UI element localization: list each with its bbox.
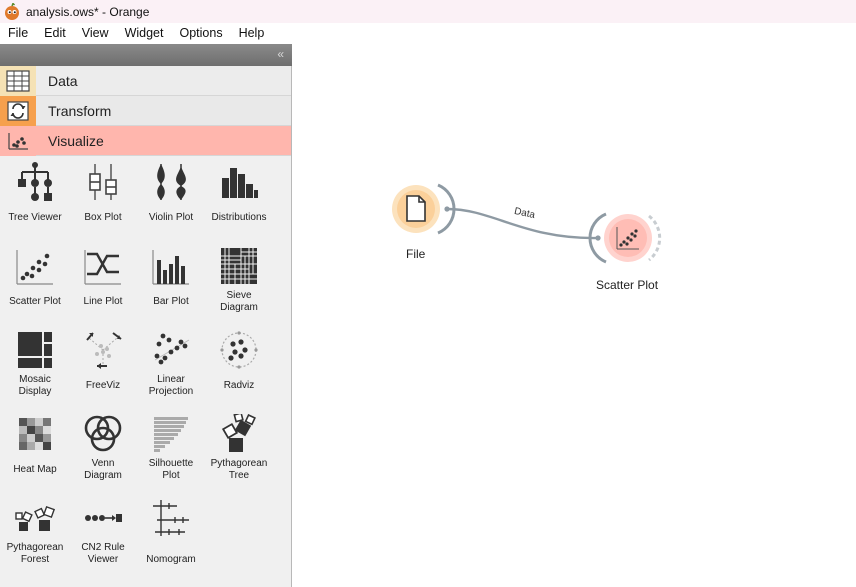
orange-app-icon <box>5 2 19 20</box>
toolbox-collapse-bar[interactable]: « <box>0 44 292 66</box>
widget-label: Mosaic Display <box>18 374 52 397</box>
widget-label: Scatter Plot <box>9 296 61 307</box>
tree-viewer-icon <box>18 162 52 201</box>
widget-label: Sieve Diagram <box>220 290 258 313</box>
silhouette-plot-icon <box>154 417 188 452</box>
widget-sieve-diagram[interactable]: Sieve Diagram <box>205 240 273 324</box>
freeviz-icon <box>86 332 122 369</box>
sieve-diagram-icon <box>221 248 257 284</box>
widget-pythagorean-forest[interactable]: Pythagorean Forest <box>1 492 69 576</box>
widget-label: Tree Viewer <box>8 212 62 223</box>
heat-map-icon <box>19 418 51 450</box>
workflow-canvas[interactable]: Data File Scatter Plot <box>293 44 856 587</box>
widget-toolbox: « Data Transform Visualize Tree Viewer B… <box>0 44 292 587</box>
widget-label: Linear Projection <box>148 374 194 397</box>
widget-label: Pythagorean Tree <box>210 458 268 481</box>
widget-violin-plot[interactable]: Violin Plot <box>137 156 205 240</box>
nomogram-icon <box>153 500 189 536</box>
pythagorean-forest-icon <box>15 505 55 531</box>
widget-freeviz[interactable]: FreeViz <box>69 324 137 408</box>
widget-radviz[interactable]: Radviz <box>205 324 273 408</box>
canvas-svg <box>392 183 662 264</box>
data-category-icon <box>0 65 36 96</box>
menu-file[interactable]: File <box>0 23 36 44</box>
box-plot-icon <box>89 164 117 200</box>
widget-label: Violin Plot <box>148 212 194 223</box>
widget-distributions[interactable]: Distributions <box>205 156 273 240</box>
violin-plot-icon <box>157 164 186 200</box>
menu-edit[interactable]: Edit <box>36 23 74 44</box>
menu-help[interactable]: Help <box>231 23 273 44</box>
widget-linear-projection[interactable]: Linear Projection <box>137 324 205 408</box>
widget-silhouette-plot[interactable]: Silhouette Plot <box>137 408 205 492</box>
widget-bar-plot[interactable]: Bar Plot <box>137 240 205 324</box>
widget-nomogram[interactable]: Nomogram <box>137 492 205 576</box>
widget-heat-map[interactable]: Heat Map <box>1 408 69 492</box>
distributions-icon <box>222 168 258 198</box>
widget-venn-diagram[interactable]: Venn Diagram <box>69 408 137 492</box>
bar-plot-icon <box>152 250 189 285</box>
category-transform-label: Transform <box>48 102 112 119</box>
widget-label: Distributions <box>211 212 267 223</box>
link-end-anchor <box>595 235 601 241</box>
widget-line-plot[interactable]: Line Plot <box>69 240 137 324</box>
category-data-label: Data <box>48 72 78 89</box>
category-data[interactable]: Data <box>0 65 291 96</box>
menu-view[interactable]: View <box>74 23 117 44</box>
line-plot-icon <box>84 250 121 285</box>
window-title: analysis.ows* - Orange <box>26 4 150 19</box>
link-start-anchor <box>444 206 450 212</box>
widget-label: Line Plot <box>83 296 123 307</box>
cn2-rule-viewer-icon <box>85 514 122 522</box>
widget-label: Heat Map <box>13 464 57 475</box>
node-file-label[interactable]: File <box>406 247 425 261</box>
file-icon <box>406 195 426 222</box>
title-bar: analysis.ows* - Orange <box>0 0 856 23</box>
widget-tree-viewer[interactable]: Tree Viewer <box>1 156 69 240</box>
category-visualize-label: Visualize <box>48 132 104 149</box>
menu-widget[interactable]: Widget <box>117 23 172 44</box>
pythagorean-tree-icon <box>221 414 256 452</box>
menu-options[interactable]: Options <box>171 23 230 44</box>
collapse-chevron-icon[interactable]: « <box>277 47 284 61</box>
widget-label: Silhouette Plot <box>148 458 194 481</box>
widget-scatter-plot[interactable]: Scatter Plot <box>1 240 69 324</box>
widget-label: FreeViz <box>85 380 121 391</box>
widget-label: Bar Plot <box>153 296 189 307</box>
venn-diagram-icon <box>84 415 122 452</box>
linear-projection-icon <box>154 333 190 365</box>
widget-label: Venn Diagram <box>84 458 122 481</box>
widget-label: Pythagorean Forest <box>6 542 64 565</box>
scatter-plot-icon <box>16 250 53 285</box>
widget-mosaic-display[interactable]: Mosaic Display <box>1 324 69 408</box>
widget-box-plot[interactable]: Box Plot <box>69 156 137 240</box>
widget-cn2-rule-viewer[interactable]: CN2 Rule Viewer <box>69 492 137 576</box>
radviz-icon <box>220 331 258 369</box>
widget-label: Nomogram <box>146 554 196 565</box>
widget-label: Radviz <box>223 380 255 391</box>
transform-category-icon <box>0 95 36 126</box>
widget-label: Box Plot <box>84 212 122 223</box>
category-transform[interactable]: Transform <box>0 95 291 126</box>
category-visualize[interactable]: Visualize <box>0 125 291 156</box>
mosaic-display-icon <box>18 332 52 368</box>
node-scatter-plot-label[interactable]: Scatter Plot <box>596 278 658 292</box>
widget-pythagorean-tree[interactable]: Pythagorean Tree <box>205 408 273 492</box>
widget-label: CN2 Rule Viewer <box>81 542 125 565</box>
menu-bar: File Edit View Widget Options Help <box>0 23 856 44</box>
visualize-category-icon <box>0 125 36 156</box>
